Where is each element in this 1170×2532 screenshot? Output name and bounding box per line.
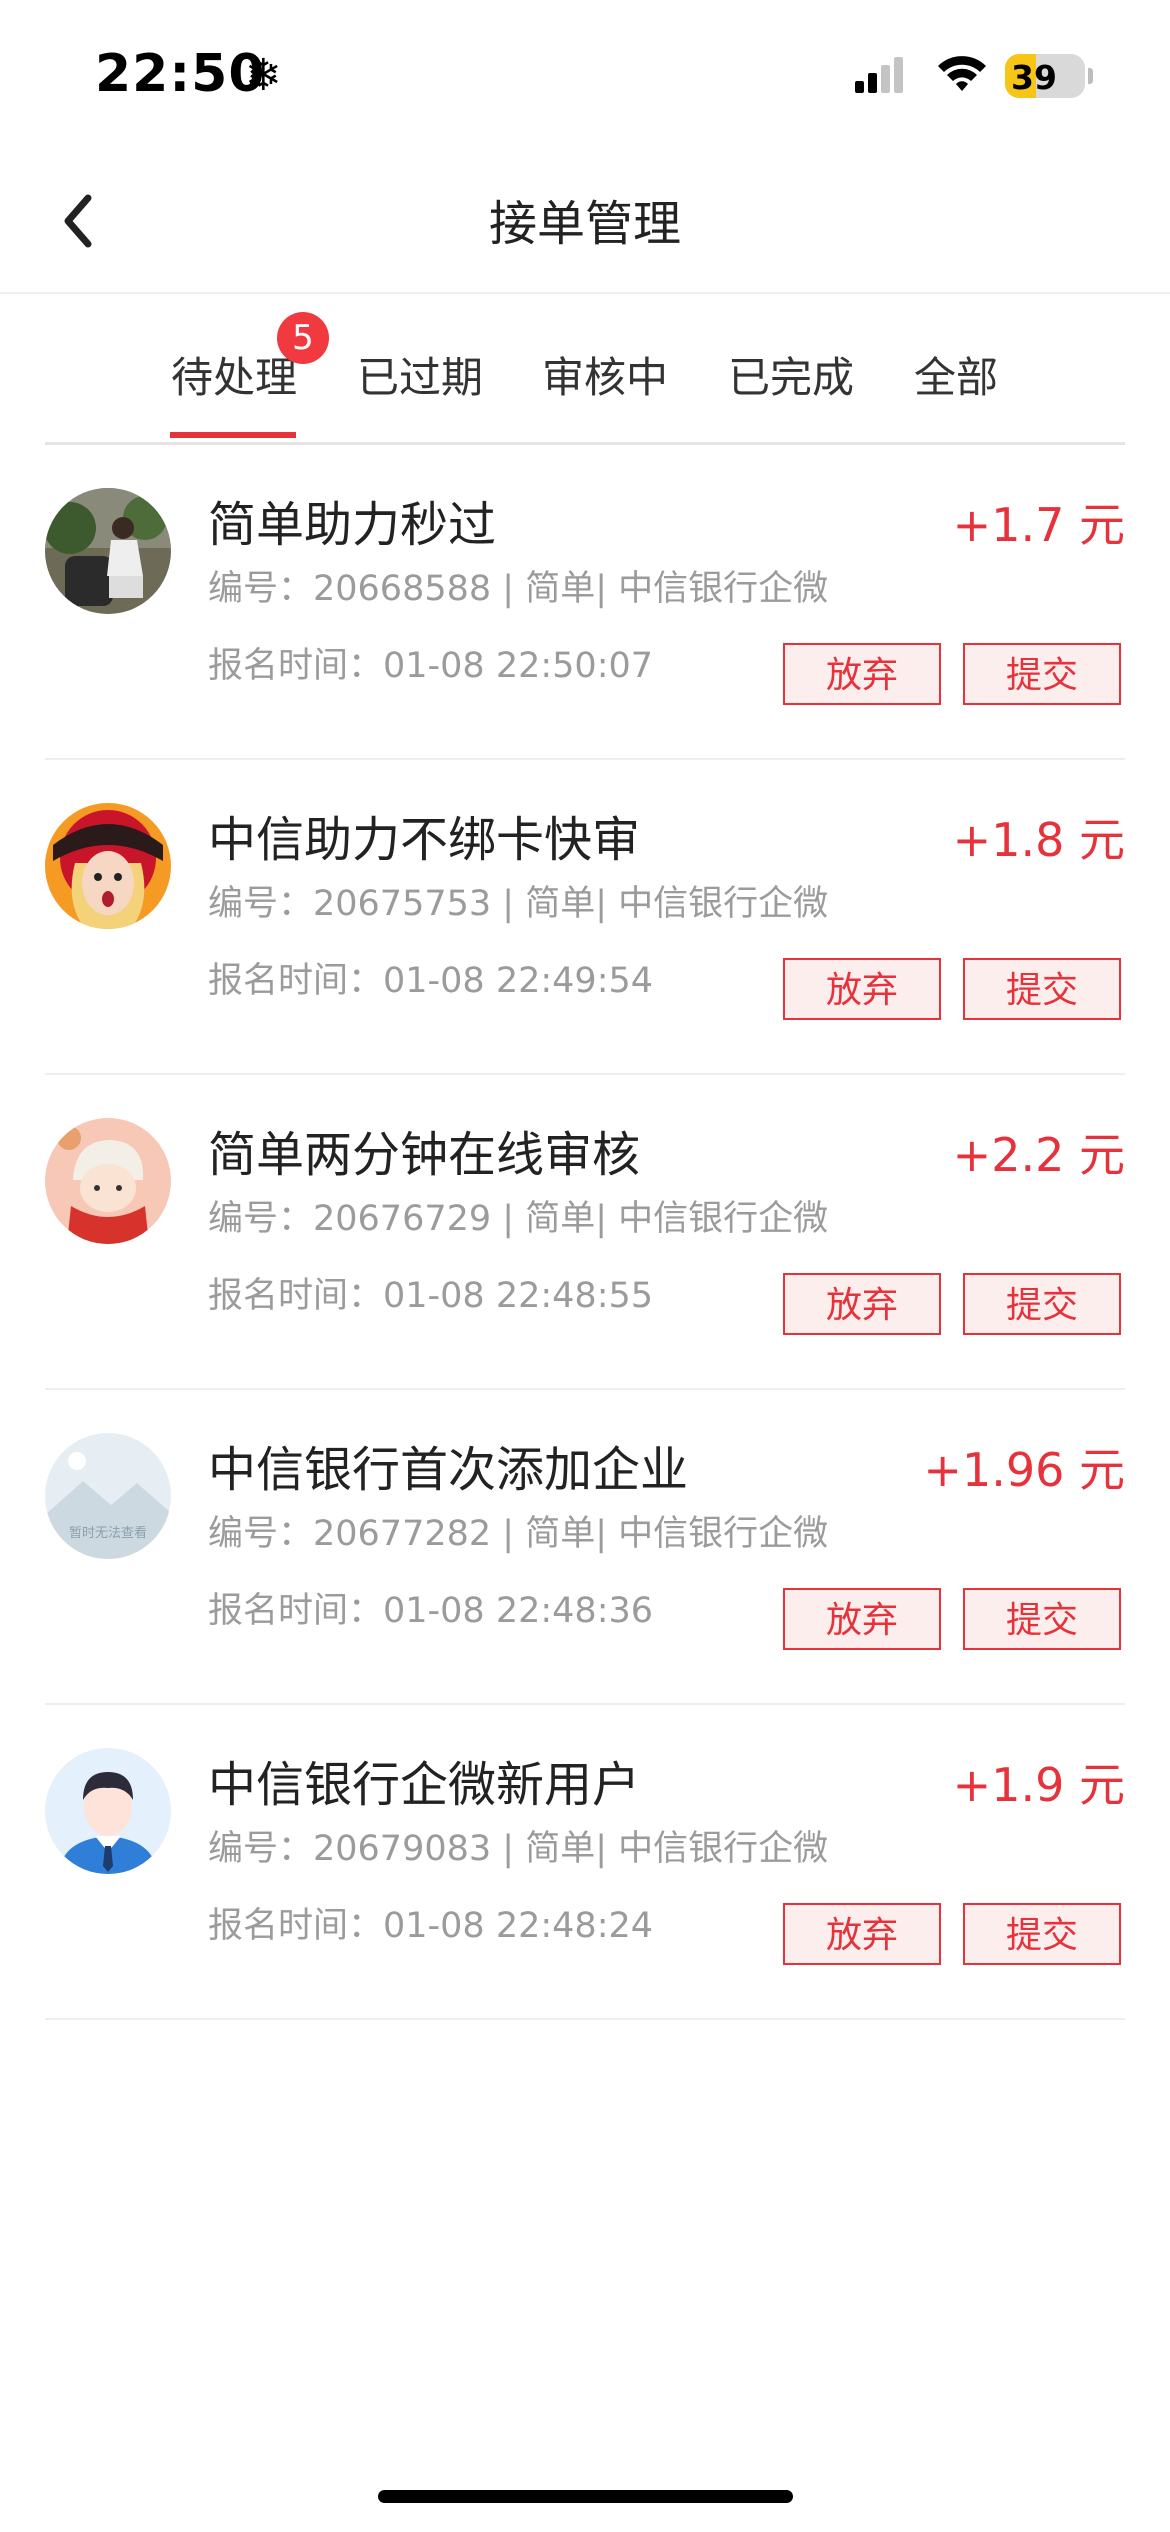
avatar xyxy=(45,803,171,929)
active-tab-indicator xyxy=(170,432,296,438)
order-meta: 编号：20677282 | 简单| 中信银行企微 xyxy=(208,1514,829,1554)
battery-icon: 39 xyxy=(1005,54,1093,100)
cellular-signal-icon xyxy=(855,57,903,93)
submit-button[interactable]: 提交 xyxy=(963,1588,1121,1650)
tab-pending[interactable]: 待处理 xyxy=(171,344,297,405)
order-meta: 编号：20676729 | 简单| 中信银行企微 xyxy=(208,1199,829,1239)
order-signup-time: 报名时间：01-08 22:48:55 xyxy=(208,1276,654,1316)
tab-all[interactable]: 全部 xyxy=(914,344,998,405)
order-title: 简单两分钟在线审核 xyxy=(208,1127,641,1183)
order-title: 中信银行企微新用户 xyxy=(208,1757,641,1813)
image-placeholder-avatar: 暂时无法查看 xyxy=(45,1433,171,1559)
status-bar: 22:50 ❄ 39 xyxy=(0,0,1170,150)
order-signup-time: 报名时间：01-08 22:48:24 xyxy=(208,1906,654,1946)
submit-button[interactable]: 提交 xyxy=(963,643,1121,705)
tab-bar: 待处理 5 已过期 审核中 已完成 全部 xyxy=(45,292,1125,445)
wifi-icon xyxy=(938,56,986,91)
abandon-button[interactable]: 放弃 xyxy=(783,1588,941,1650)
order-item[interactable]: 中信银行企微新用户 +1.9 元 编号：20679083 | 简单| 中信银行企… xyxy=(45,1705,1125,2020)
order-signup-time: 报名时间：01-08 22:50:07 xyxy=(208,646,654,686)
order-price: +1.9 元 xyxy=(952,1758,1125,1812)
tab-completed[interactable]: 已完成 xyxy=(728,344,854,405)
order-list: 简单助力秒过 +1.7 元 编号：20668588 | 简单| 中信银行企微 报… xyxy=(45,445,1125,2020)
order-meta: 编号：20668588 | 简单| 中信银行企微 xyxy=(208,569,829,609)
submit-button[interactable]: 提交 xyxy=(963,1273,1121,1335)
order-title: 中信银行首次添加企业 xyxy=(208,1442,689,1498)
status-time: 22:50 xyxy=(95,44,266,104)
battery-level: 39 xyxy=(1011,58,1057,97)
abandon-button[interactable]: 放弃 xyxy=(783,643,941,705)
nav-bar: 接单管理 xyxy=(0,150,1170,294)
order-item[interactable]: 暂时无法查看 中信银行首次添加企业 +1.96 元 编号：20677282 | … xyxy=(45,1390,1125,1705)
home-indicator[interactable] xyxy=(378,2490,793,2503)
order-item[interactable]: 简单助力秒过 +1.7 元 编号：20668588 | 简单| 中信银行企微 报… xyxy=(45,445,1125,760)
avatar-placeholder-text: 暂时无法查看 xyxy=(69,1525,147,1541)
avatar xyxy=(45,1748,171,1874)
tab-expired[interactable]: 已过期 xyxy=(357,344,483,405)
tab-reviewing[interactable]: 审核中 xyxy=(542,344,668,405)
order-title: 简单助力秒过 xyxy=(208,497,497,553)
order-meta: 编号：20679083 | 简单| 中信银行企微 xyxy=(208,1829,829,1869)
order-price: +1.96 元 xyxy=(923,1443,1125,1497)
avatar xyxy=(45,488,171,614)
order-price: +2.2 元 xyxy=(952,1128,1125,1182)
abandon-button[interactable]: 放弃 xyxy=(783,1273,941,1335)
order-item[interactable]: 中信助力不绑卡快审 +1.8 元 编号：20675753 | 简单| 中信银行企… xyxy=(45,760,1125,1075)
abandon-button[interactable]: 放弃 xyxy=(783,958,941,1020)
order-signup-time: 报名时间：01-08 22:48:36 xyxy=(208,1591,654,1631)
order-item[interactable]: 简单两分钟在线审核 +2.2 元 编号：20676729 | 简单| 中信银行企… xyxy=(45,1075,1125,1390)
page-title: 接单管理 xyxy=(488,196,681,252)
submit-button[interactable]: 提交 xyxy=(963,1903,1121,1965)
pending-count-badge: 5 xyxy=(277,312,329,364)
snowflake-icon: ❄ xyxy=(245,50,282,101)
abandon-button[interactable]: 放弃 xyxy=(783,1903,941,1965)
avatar xyxy=(45,1118,171,1244)
submit-button[interactable]: 提交 xyxy=(963,958,1121,1020)
order-signup-time: 报名时间：01-08 22:49:54 xyxy=(208,961,654,1001)
order-price: +1.7 元 xyxy=(952,498,1125,552)
order-price: +1.8 元 xyxy=(952,813,1125,867)
order-title: 中信助力不绑卡快审 xyxy=(208,812,641,868)
order-meta: 编号：20675753 | 简单| 中信银行企微 xyxy=(208,884,829,924)
